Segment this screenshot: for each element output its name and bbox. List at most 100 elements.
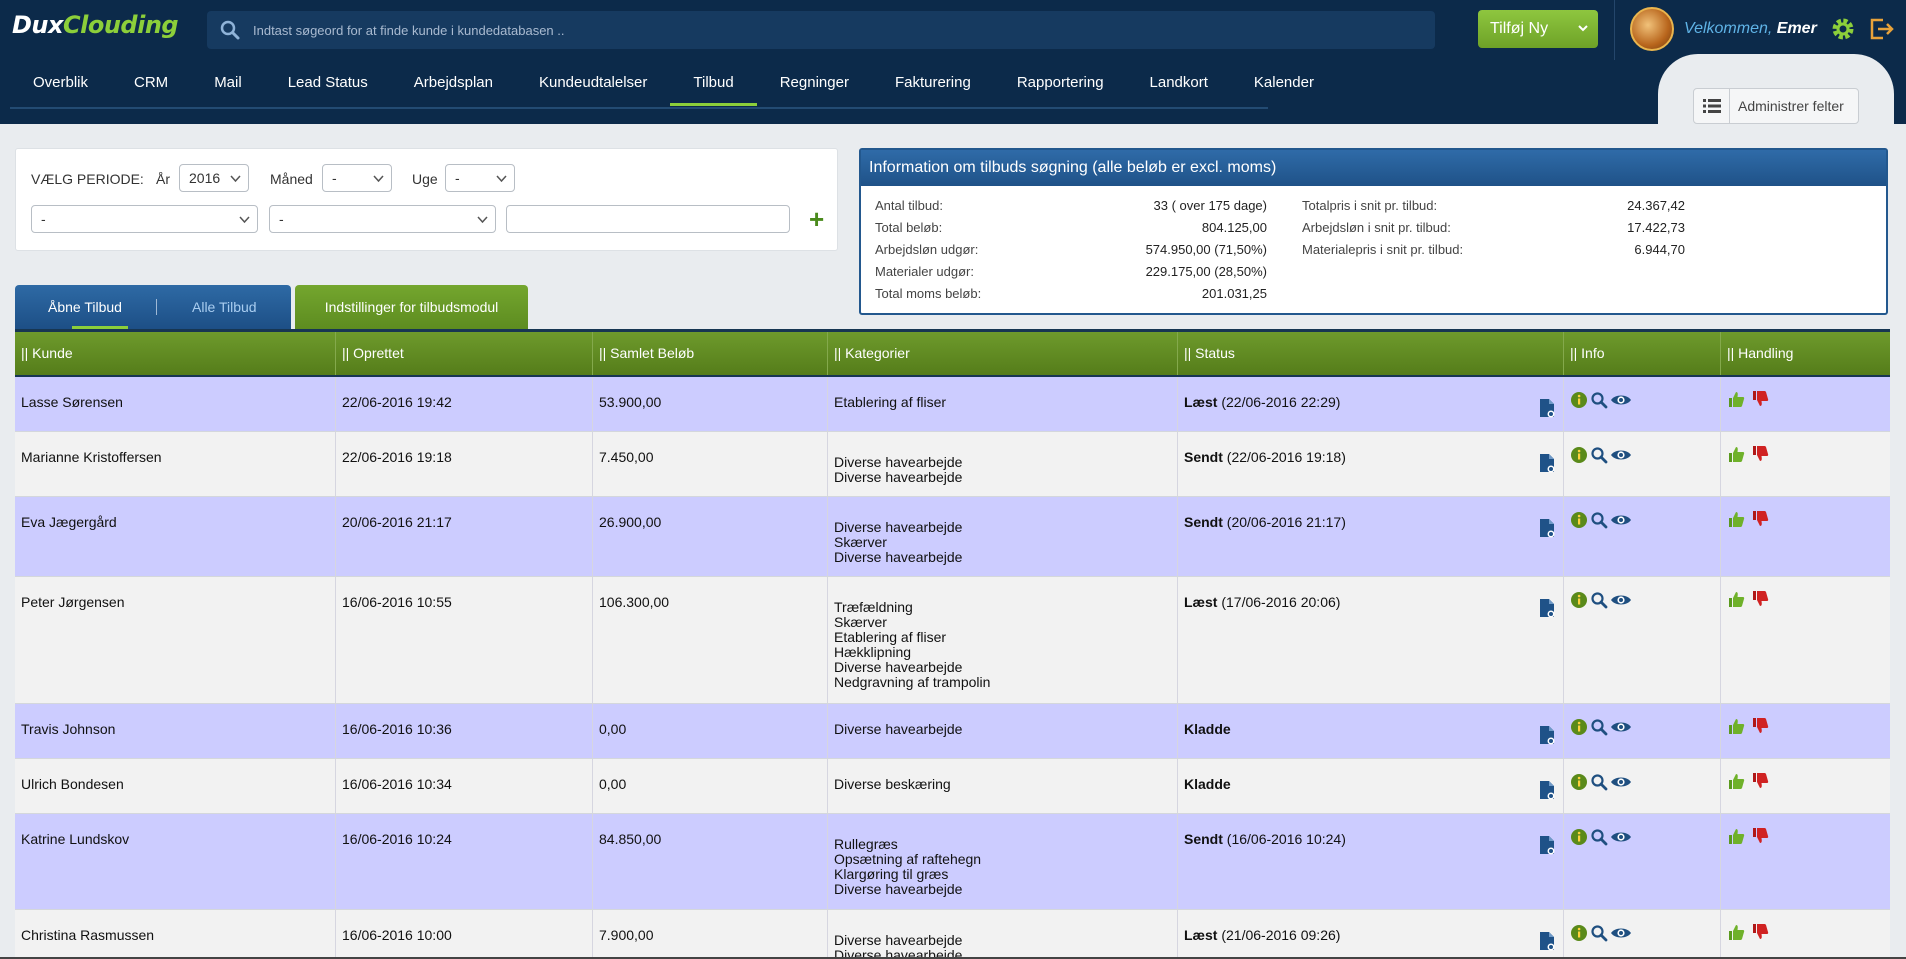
add-new-button[interactable]: Tilføj Ny: [1478, 10, 1598, 48]
category-item: Skærver: [834, 534, 887, 550]
category-item: Etablering af fliser: [834, 394, 947, 410]
nav-item-lead-status[interactable]: Lead Status: [265, 60, 391, 106]
document-icon[interactable]: [1539, 931, 1555, 951]
thumbs-down-icon[interactable]: [1751, 923, 1769, 944]
magnifier-icon[interactable]: [1590, 511, 1608, 532]
table-row[interactable]: Christina Rasmussen 16/06-2016 10:00 7.900…: [15, 910, 1890, 959]
filter-select-1[interactable]: -: [31, 205, 258, 233]
table-body: Lasse Sørensen 22/06-2016 19:42 53.900,00 E…: [15, 377, 1890, 959]
year-select[interactable]: 2016: [179, 164, 249, 192]
nav-item-kundeudtalelser[interactable]: Kundeudtalelser: [516, 60, 670, 106]
document-icon[interactable]: [1539, 518, 1555, 538]
eye-icon[interactable]: [1610, 513, 1632, 530]
thumbs-down-icon[interactable]: [1751, 445, 1769, 466]
document-icon[interactable]: [1539, 780, 1555, 800]
table-row[interactable]: Eva Jægergård 20/06-2016 21:17 26.900,00 Di…: [15, 497, 1890, 577]
table-row[interactable]: Ulrich Bondesen 16/06-2016 10:34 0,00 Diver…: [15, 759, 1890, 814]
document-icon[interactable]: [1539, 398, 1555, 418]
eye-icon[interactable]: [1610, 830, 1632, 847]
nav-item-arbejdsplan[interactable]: Arbejdsplan: [391, 60, 516, 106]
magnifier-icon[interactable]: [1590, 773, 1608, 794]
brand-logo[interactable]: DuxClouding: [8, 6, 179, 44]
logout-icon[interactable]: [1869, 17, 1895, 41]
eye-icon[interactable]: [1610, 720, 1632, 737]
thumbs-up-icon[interactable]: [1727, 772, 1745, 793]
magnifier-icon[interactable]: [1590, 391, 1608, 412]
nav-item-rapportering[interactable]: Rapportering: [994, 60, 1127, 106]
magnifier-icon[interactable]: [1590, 591, 1608, 612]
magnifier-icon[interactable]: [1590, 828, 1608, 849]
thumbs-down-icon[interactable]: [1751, 717, 1769, 738]
filter-text-input[interactable]: [506, 205, 790, 233]
nav-item-landkort[interactable]: Landkort: [1127, 60, 1231, 106]
eye-icon[interactable]: [1610, 393, 1632, 410]
status-date: (22/06-2016 19:18): [1226, 449, 1346, 465]
filter-select-2[interactable]: -: [269, 205, 496, 233]
table-row[interactable]: Marianne Kristoffersen 22/06-2016 19:18 7.…: [15, 432, 1890, 497]
info-icon[interactable]: [1570, 828, 1588, 849]
magnifier-icon[interactable]: [1590, 924, 1608, 945]
eye-icon[interactable]: [1610, 926, 1632, 943]
nav-item-fakturering[interactable]: Fakturering: [872, 60, 994, 106]
add-filter-button[interactable]: +: [809, 206, 824, 232]
thumbs-down-icon[interactable]: [1751, 510, 1769, 531]
search-input[interactable]: [253, 22, 1403, 38]
document-icon[interactable]: [1539, 725, 1555, 745]
info-icon[interactable]: [1570, 591, 1588, 612]
document-icon[interactable]: [1539, 835, 1555, 855]
column-header-0[interactable]: || Kunde: [15, 332, 335, 375]
tab-all-offers[interactable]: Alle Tilbud: [192, 299, 257, 315]
thumbs-up-icon[interactable]: [1727, 923, 1745, 944]
table-row[interactable]: Katrine Lundskov 16/06-2016 10:24 84.850,0…: [15, 814, 1890, 910]
thumbs-down-icon[interactable]: [1751, 772, 1769, 793]
nav-item-tilbud[interactable]: Tilbud: [670, 60, 757, 106]
nav-item-mail[interactable]: Mail: [191, 60, 265, 106]
column-header-5[interactable]: || Info: [1563, 332, 1720, 375]
thumbs-up-icon[interactable]: [1727, 510, 1745, 531]
magnifier-icon[interactable]: [1590, 718, 1608, 739]
chevron-down-icon: [239, 216, 250, 224]
thumbs-down-icon[interactable]: [1751, 390, 1769, 411]
eye-icon[interactable]: [1610, 448, 1632, 465]
table-row[interactable]: Peter Jørgensen 16/06-2016 10:55 106.300,0…: [15, 577, 1890, 704]
nav-item-crm[interactable]: CRM: [111, 60, 191, 106]
thumbs-up-icon[interactable]: [1727, 827, 1745, 848]
info-icon[interactable]: [1570, 718, 1588, 739]
avatar[interactable]: [1630, 7, 1674, 51]
thumbs-up-icon[interactable]: [1727, 445, 1745, 466]
table-row[interactable]: Travis Johnson 16/06-2016 10:36 0,00 Divers…: [15, 704, 1890, 759]
thumbs-up-icon[interactable]: [1727, 390, 1745, 411]
column-header-3[interactable]: || Kategorier: [827, 332, 1177, 375]
document-icon[interactable]: [1539, 598, 1555, 618]
eye-icon[interactable]: [1610, 593, 1632, 610]
admin-fields-button[interactable]: Administrer felter: [1693, 88, 1859, 124]
column-header-2[interactable]: || Samlet Beløb: [592, 332, 827, 375]
status-badge: Læst: [1184, 394, 1218, 410]
nav-item-overblik[interactable]: Overblik: [10, 60, 111, 106]
month-select[interactable]: -: [322, 164, 392, 192]
nav-item-kalender[interactable]: Kalender: [1231, 60, 1337, 106]
nav-item-regninger[interactable]: Regninger: [757, 60, 872, 106]
eye-icon[interactable]: [1610, 775, 1632, 792]
header-divider: [1614, 0, 1615, 60]
info-icon[interactable]: [1570, 924, 1588, 945]
info-icon[interactable]: [1570, 773, 1588, 794]
thumbs-up-icon[interactable]: [1727, 590, 1745, 611]
week-select[interactable]: -: [445, 164, 515, 192]
column-header-1[interactable]: || Oprettet: [335, 332, 592, 375]
thumbs-down-icon[interactable]: [1751, 590, 1769, 611]
info-icon[interactable]: [1570, 391, 1588, 412]
info-icon[interactable]: [1570, 446, 1588, 467]
gear-icon[interactable]: [1830, 16, 1856, 42]
magnifier-icon[interactable]: [1590, 446, 1608, 467]
offer-settings-button[interactable]: Indstillinger for tilbudsmodul: [295, 285, 528, 329]
tab-open-offers[interactable]: Åbne Tilbud: [48, 299, 122, 315]
thumbs-down-icon[interactable]: [1751, 827, 1769, 848]
column-header-4[interactable]: || Status: [1177, 332, 1563, 375]
info-icon[interactable]: [1570, 511, 1588, 532]
column-header-6[interactable]: || Handling: [1720, 332, 1890, 375]
chevron-down-icon: [373, 175, 384, 183]
thumbs-up-icon[interactable]: [1727, 717, 1745, 738]
document-icon[interactable]: [1539, 453, 1555, 473]
table-row[interactable]: Lasse Sørensen 22/06-2016 19:42 53.900,00 E…: [15, 377, 1890, 432]
